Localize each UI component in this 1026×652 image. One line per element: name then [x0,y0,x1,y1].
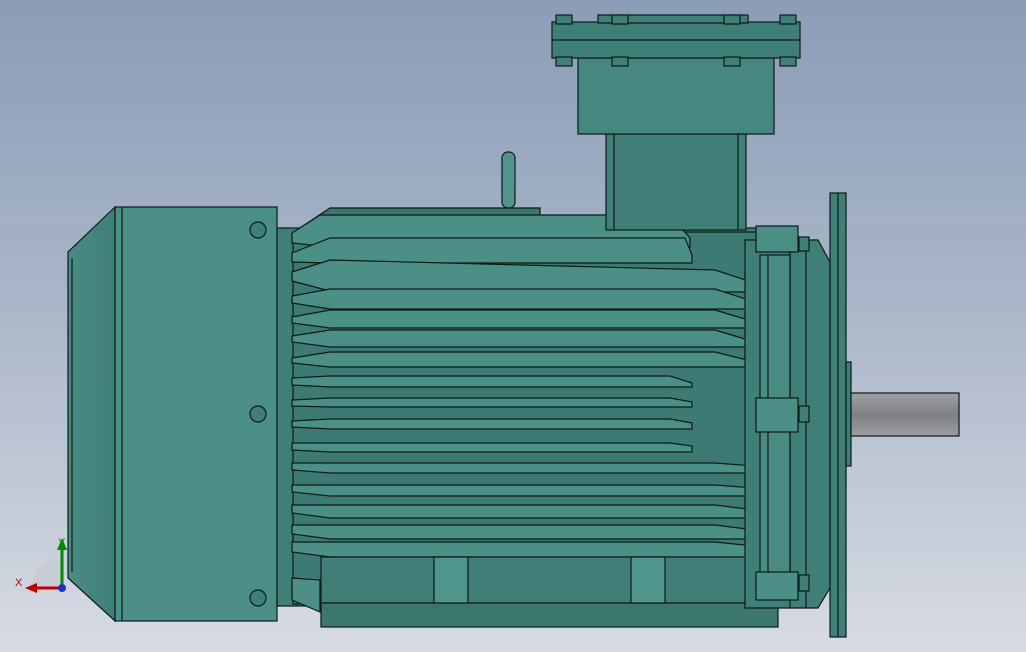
coordinate-triad-icon: Y X [15,537,67,593]
lifting-eye [501,151,516,209]
fan-cover[interactable] [67,205,278,623]
axis-y-label: Y [58,537,66,549]
motor-shaft[interactable] [850,392,960,437]
mounting-base[interactable] [320,556,779,628]
axis-x-label: X [15,577,23,589]
foot-right [630,556,666,604]
motor-cad-viewport[interactable]: Y X [0,0,1026,652]
foot-left [433,556,469,604]
electric-motor-model[interactable] [67,14,960,638]
shield-nut-middle [798,405,810,423]
shield-nut-bottom [798,574,810,592]
cover-bolt-middle [249,405,267,423]
flange-spigot [845,361,852,467]
cover-bolt-top [249,221,267,239]
terminal-box[interactable] [551,14,801,231]
shield-nut-top [798,236,810,252]
cover-bolt-bottom [249,589,267,607]
drive-end-shield[interactable] [744,225,831,609]
